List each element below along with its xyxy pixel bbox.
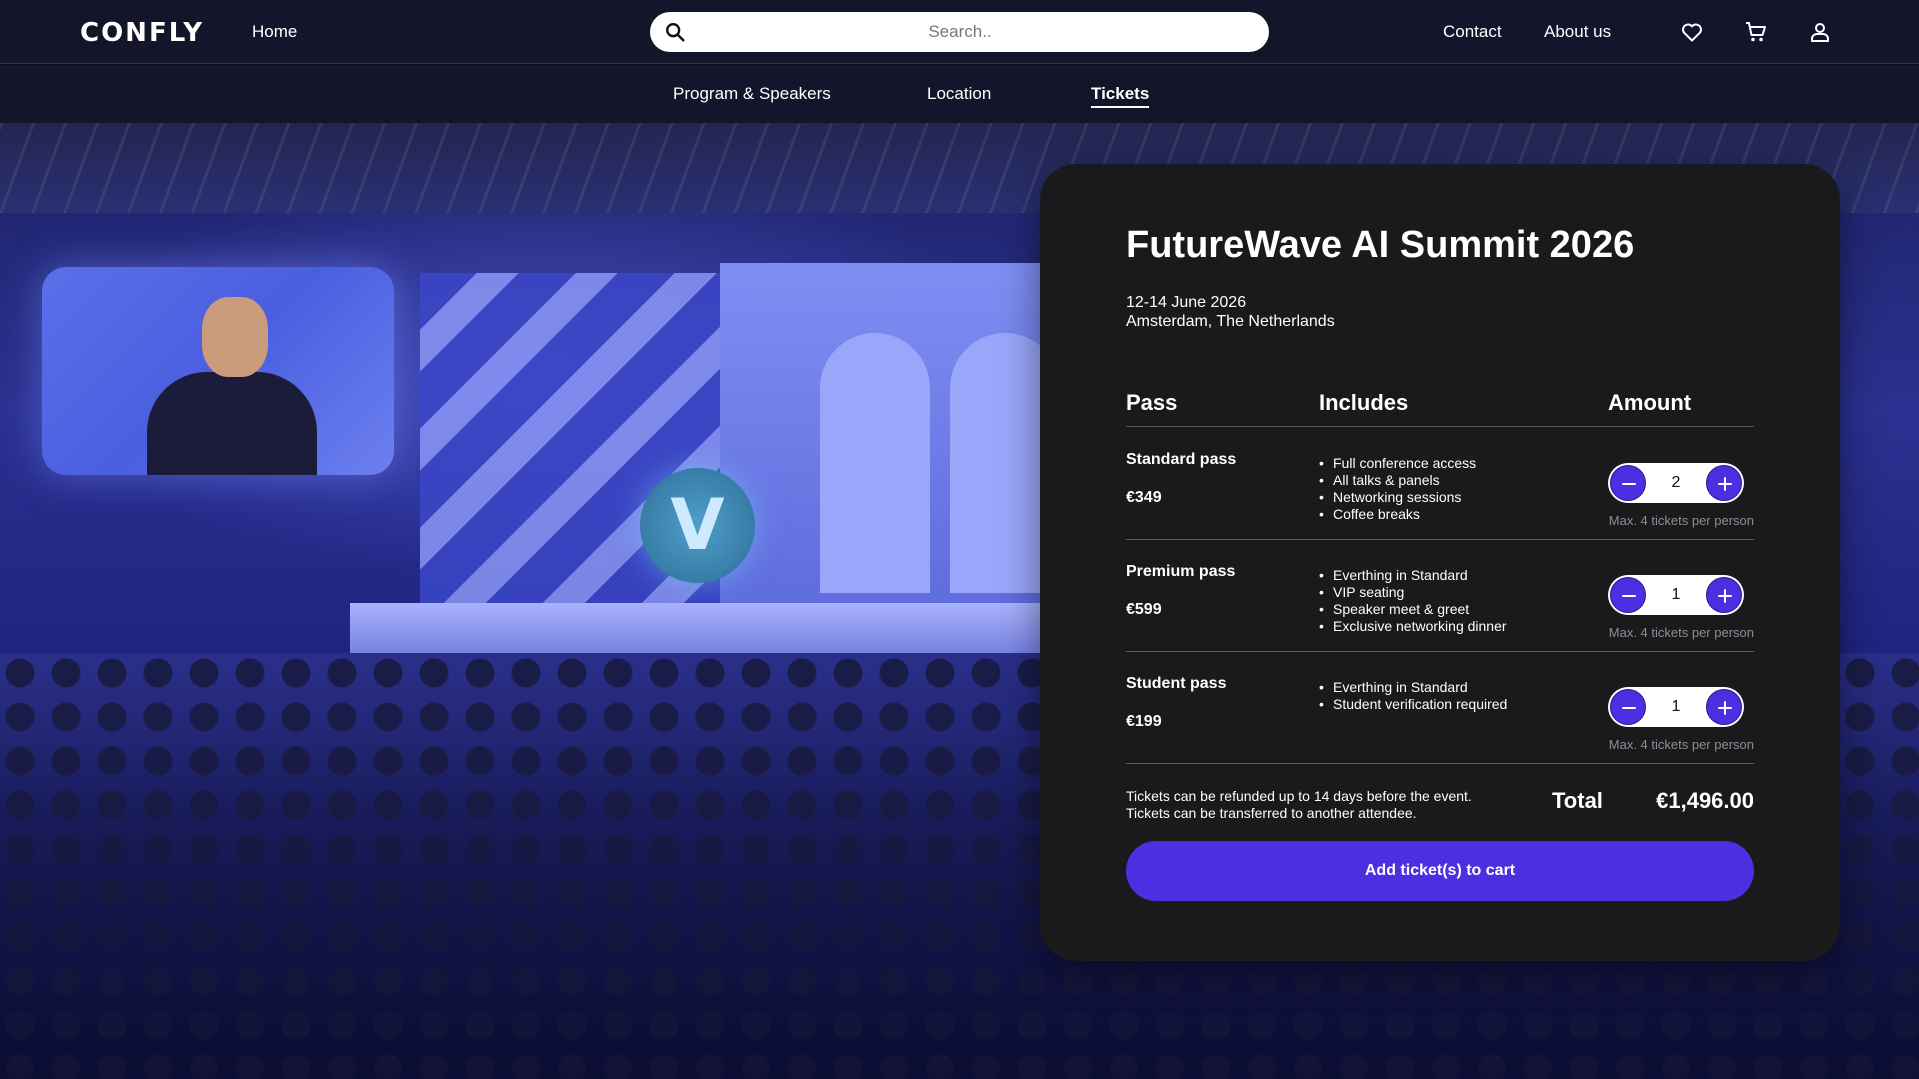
user-icon[interactable] <box>1808 20 1832 44</box>
pass-name: Student pass <box>1126 675 1227 692</box>
max-tickets-note: Max. 4 tickets per person <box>1608 513 1754 528</box>
includes-item: Everthing in Standard <box>1319 679 1507 696</box>
cart-icon[interactable] <box>1744 20 1768 44</box>
increase-quantity-button[interactable] <box>1706 465 1742 501</box>
subnav-program-speakers[interactable]: Program & Speakers <box>673 84 831 104</box>
plus-icon <box>1718 477 1732 491</box>
ticket-card: FutureWave AI Summit 2026 12-14 June 202… <box>1040 164 1840 961</box>
quantity-input[interactable] <box>1648 575 1704 615</box>
subnav-tickets[interactable]: Tickets <box>1091 84 1150 108</box>
includes-item: Speaker meet & greet <box>1319 601 1507 618</box>
subnav-location[interactable]: Location <box>927 84 991 104</box>
speaker-head <box>202 297 268 377</box>
max-tickets-note: Max. 4 tickets per person <box>1608 737 1754 752</box>
pass-name: Premium pass <box>1126 563 1236 580</box>
increase-quantity-button[interactable] <box>1706 689 1742 725</box>
max-tickets-note: Max. 4 tickets per person <box>1608 625 1754 640</box>
decrease-quantity-button[interactable] <box>1610 465 1646 501</box>
refund-policy: Tickets can be refunded up to 14 days be… <box>1126 788 1472 822</box>
search-icon[interactable] <box>664 21 686 43</box>
column-header-pass: Pass <box>1126 390 1178 415</box>
event-title: FutureWave AI Summit 2026 <box>1126 224 1635 266</box>
minus-icon <box>1622 707 1636 709</box>
nav-home-link[interactable]: Home <box>252 22 297 42</box>
includes-item: Student verification required <box>1319 696 1507 713</box>
nav-about-link[interactable]: About us <box>1544 22 1611 42</box>
column-header-includes: Includes <box>1319 390 1409 415</box>
search-input[interactable] <box>700 12 1220 52</box>
pass-price: €349 <box>1126 489 1162 506</box>
includes-item: Coffee breaks <box>1319 506 1476 523</box>
plus-icon <box>1718 701 1732 715</box>
includes-item: Full conference access <box>1319 455 1476 472</box>
includes-item: Everthing in Standard <box>1319 567 1507 584</box>
minus-icon <box>1622 595 1636 597</box>
includes-item: All talks & panels <box>1319 472 1476 489</box>
minus-icon <box>1622 483 1636 485</box>
decrease-quantity-button[interactable] <box>1610 689 1646 725</box>
pass-includes-list: Full conference access All talks & panel… <box>1319 455 1476 523</box>
top-navbar: CONFLY Home Contact About us <box>0 0 1919 64</box>
stage-arch <box>820 333 930 593</box>
page: CONFLY Home Contact About us Program & S… <box>0 0 1919 1079</box>
refund-line: Tickets can be refunded up to 14 days be… <box>1126 788 1472 804</box>
pass-includes-list: Everthing in Standard VIP seating Speake… <box>1319 567 1507 635</box>
table-divider <box>1126 763 1754 764</box>
event-date: 12-14 June 2026 <box>1126 294 1247 311</box>
nav-contact-link[interactable]: Contact <box>1443 22 1502 42</box>
pass-price: €199 <box>1126 713 1162 730</box>
quantity-stepper <box>1608 687 1744 727</box>
speaker-body <box>147 372 317 475</box>
quantity-input[interactable] <box>1648 463 1704 503</box>
ticket-row-standard: Standard pass €349 Full conference acces… <box>1126 427 1754 539</box>
pass-price: €599 <box>1126 601 1162 618</box>
plus-icon <box>1718 589 1732 603</box>
quantity-input[interactable] <box>1648 687 1704 727</box>
ticket-row-student: Student pass €199 Everthing in Standard … <box>1126 651 1754 763</box>
stage-screen <box>42 267 394 475</box>
quantity-stepper <box>1608 575 1744 615</box>
includes-item: VIP seating <box>1319 584 1507 601</box>
total-value: €1,496.00 <box>1656 788 1754 813</box>
confly-logo[interactable]: CONFLY <box>80 18 204 48</box>
heart-icon[interactable] <box>1680 20 1704 44</box>
ticket-row-premium: Premium pass €599 Everthing in Standard … <box>1126 539 1754 651</box>
column-header-amount: Amount <box>1608 390 1692 415</box>
quantity-stepper <box>1608 463 1744 503</box>
increase-quantity-button[interactable] <box>1706 577 1742 613</box>
pass-name: Standard pass <box>1126 451 1237 468</box>
add-to-cart-button[interactable]: Add ticket(s) to cart <box>1126 841 1754 901</box>
stage-v-logo: V <box>640 468 755 583</box>
transfer-line: Tickets can be transferred to another at… <box>1126 805 1417 821</box>
search-bar <box>650 12 1269 52</box>
includes-item: Networking sessions <box>1319 489 1476 506</box>
total-label: Total <box>1552 788 1603 813</box>
event-location: Amsterdam, The Netherlands <box>1126 313 1335 330</box>
pass-includes-list: Everthing in Standard Student verificati… <box>1319 679 1507 713</box>
includes-item: Exclusive networking dinner <box>1319 618 1507 635</box>
decrease-quantity-button[interactable] <box>1610 577 1646 613</box>
sub-navbar: Program & Speakers Location Tickets <box>0 65 1919 123</box>
